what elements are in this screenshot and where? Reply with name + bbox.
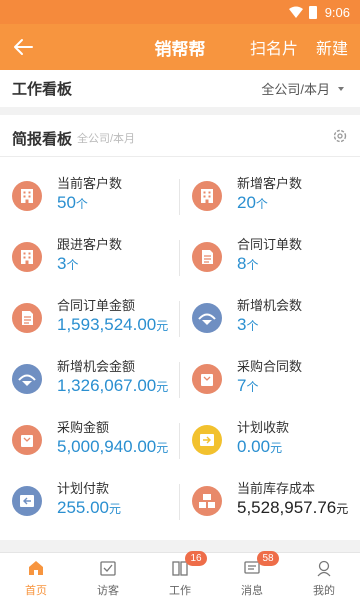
stat-label: 计划付款 (57, 481, 110, 496)
stat-purchase-amount[interactable]: 采购金额 5,000,940.00元 (0, 411, 180, 473)
stat-current-customers[interactable]: 当前客户数 50个 (0, 167, 180, 229)
stat-label: 当前客户数 (57, 176, 123, 191)
message-badge: 58 (257, 551, 279, 566)
stat-value: 3个 (237, 315, 259, 334)
stat-label: 新增机会数 (237, 298, 303, 313)
stat-followup-customers[interactable]: 跟进客户数 3个 (0, 228, 180, 290)
tab-visitor[interactable]: 访客 (72, 553, 144, 600)
visitor-icon (100, 561, 116, 576)
cart-icon (12, 425, 42, 455)
stat-value: 3个 (57, 254, 79, 273)
stat-value: 20个 (237, 193, 268, 212)
home-icon (29, 561, 43, 575)
tab-label: 工作 (169, 585, 191, 597)
brief-board-header: 简报看板 全公司/本月 (0, 115, 360, 157)
tab-work[interactable]: 16 工作 (144, 551, 216, 600)
scope-filter-dropdown[interactable]: 全公司/本月 (261, 79, 344, 98)
stat-label: 采购金额 (57, 420, 110, 435)
tab-home[interactable]: 首页 (0, 553, 72, 600)
tab-profile[interactable]: 我的 (288, 553, 360, 600)
building-icon (192, 181, 222, 211)
stat-value: 8个 (237, 254, 259, 273)
boxes-icon (192, 486, 222, 516)
stat-value: 5,528,957.76元 (237, 498, 349, 517)
stat-contract-amount[interactable]: 合同订单金额 1,593,524.00元 (0, 289, 180, 351)
building-icon (12, 242, 42, 272)
tab-label: 我的 (313, 585, 335, 597)
gear-icon[interactable] (332, 128, 348, 144)
app-title: 销帮帮 (154, 39, 206, 59)
document-icon (192, 242, 222, 272)
stat-planned-payments[interactable]: 计划付款 255.00元 (0, 472, 180, 534)
stat-value: 5,000,940.00元 (57, 437, 169, 456)
opportunity-icon (192, 303, 222, 333)
stat-label: 合同订单金额 (57, 298, 136, 313)
stat-value: 50个 (57, 193, 88, 212)
stat-value: 7个 (237, 376, 259, 395)
stat-label: 合同订单数 (237, 237, 303, 252)
stat-value: 0.00元 (237, 437, 283, 456)
bottom-tab-bar: 首页 访客 16 工作 58 消息 我的 (0, 551, 360, 600)
work-board-title: 工作看板 (12, 81, 73, 98)
stat-value: 1,326,067.00元 (57, 376, 169, 395)
stat-label: 新增客户数 (237, 176, 303, 191)
stat-contract-orders[interactable]: 合同订单数 8个 (180, 228, 360, 290)
building-icon (12, 181, 42, 211)
stat-opportunity-amount[interactable]: 新增机会金额 1,326,067.00元 (0, 350, 180, 412)
stat-label: 计划收款 (237, 420, 290, 435)
stat-label: 采购合同数 (237, 359, 303, 374)
stat-planned-receipts[interactable]: 计划收款 0.00元 (180, 411, 360, 473)
tab-label: 首页 (25, 585, 47, 597)
app-bar: 销帮帮 扫名片 新建 (0, 24, 360, 70)
battery-icon (308, 5, 317, 19)
profile-icon (317, 560, 331, 577)
chevron-down-icon (338, 86, 344, 91)
status-time: 9:06 (324, 4, 350, 20)
new-button[interactable]: 新建 (316, 35, 348, 59)
stat-label: 跟进客户数 (57, 237, 123, 252)
stat-value: 1,593,524.00元 (57, 315, 169, 334)
brief-board-scope: 全公司/本月 (77, 133, 136, 145)
cart-icon (192, 364, 222, 394)
status-bar: 9:06 (0, 0, 360, 24)
scope-filter-value: 全公司/本月 (261, 82, 330, 97)
stat-new-opportunities[interactable]: 新增机会数 3个 (180, 289, 360, 351)
payment-icon (12, 486, 42, 516)
work-badge: 16 (185, 551, 207, 566)
stat-inventory-cost[interactable]: 当前库存成本 5,528,957.76元 (180, 472, 360, 534)
tab-label: 消息 (241, 585, 263, 597)
stat-value: 255.00元 (57, 498, 122, 517)
stat-label: 当前库存成本 (237, 481, 316, 496)
scan-card-button[interactable]: 扫名片 (250, 35, 298, 59)
tab-label: 访客 (97, 585, 119, 597)
document-icon (12, 303, 42, 333)
stat-new-customers[interactable]: 新增客户数 20个 (180, 167, 360, 229)
receipt-icon (192, 425, 222, 455)
stat-purchase-contracts[interactable]: 采购合同数 7个 (180, 350, 360, 412)
brief-board-card: 简报看板 全公司/本月 当前客户数 50个 新增客户数 20个 跟进客户数 3个 (0, 115, 360, 540)
opportunity-icon (12, 364, 42, 394)
wifi-icon (288, 6, 303, 18)
stat-label: 新增机会金额 (57, 359, 136, 374)
work-board-bar: 工作看板 全公司/本月 (0, 70, 360, 107)
tab-message[interactable]: 58 消息 (216, 551, 288, 600)
brief-board-title: 简报看板 (12, 131, 73, 148)
